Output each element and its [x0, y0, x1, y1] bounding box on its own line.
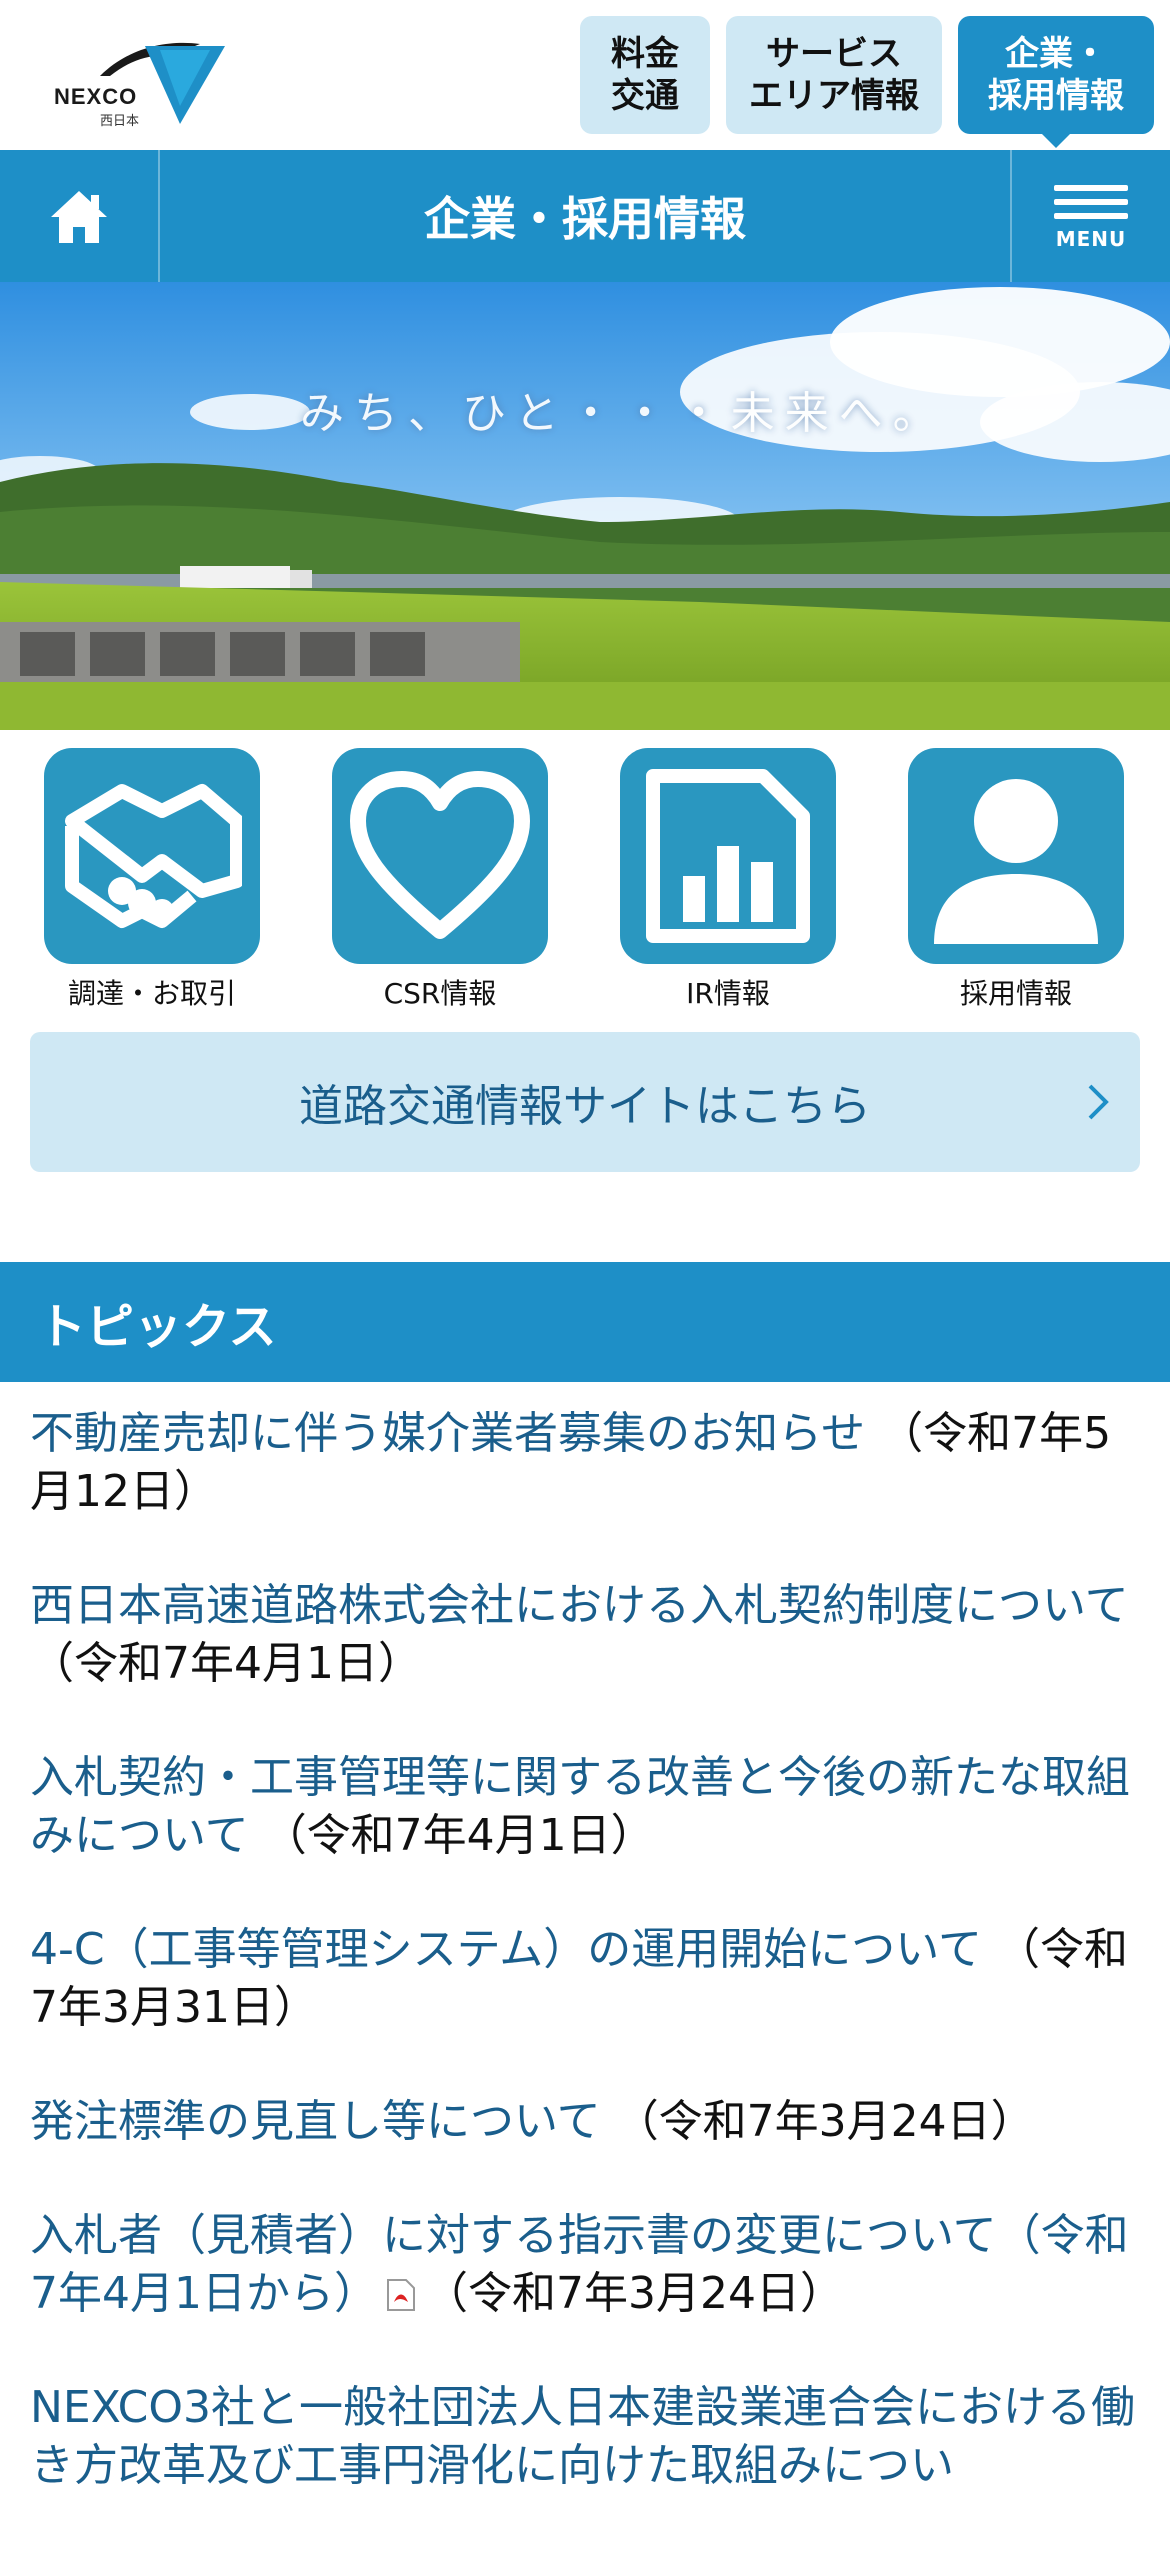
fare-traffic-button[interactable]: 料金 交通 — [580, 16, 710, 134]
chevron-right-icon — [1088, 1084, 1109, 1120]
person-icon — [908, 748, 1124, 964]
home-button[interactable] — [0, 150, 160, 282]
menu-bar — [1054, 199, 1128, 205]
quick-link-label: CSR情報 — [383, 977, 497, 1010]
topic-date: （令和7年3月24日） — [423, 2268, 844, 2319]
topic-item: 入札者（見積者）に対する指示書の変更について（令和7年4月1日から） （令和7年… — [30, 2207, 1140, 2323]
topics-list: 不動産売却に伴う媒介業者募集のお知らせ （令和7年5月12日） 西日本高速道路株… — [30, 1405, 1140, 2551]
hero-tagline: みち、ひと・・・未来へ。 — [300, 388, 947, 439]
quick-link-label: IR情報 — [686, 977, 770, 1010]
quick-link-recruit[interactable]: 採用情報 — [908, 748, 1124, 1012]
heart-icon — [332, 748, 548, 964]
corporate-recruit-line2: 採用情報 — [988, 76, 1124, 116]
logo-wordmark: NEXCO — [54, 84, 138, 109]
menu-label: MENU — [1055, 227, 1127, 251]
hero-image: みち、ひと・・・未来へ。 — [0, 282, 1170, 730]
topic-item: 4-C（工事等管理システム）の運用開始について （令和7年3月31日） — [30, 1921, 1140, 2037]
topic-item: 入札契約・工事管理等に関する改善と今後の新たな取組みについて （令和7年4月1日… — [30, 1749, 1140, 1865]
road-traffic-link[interactable]: 道路交通情報サイトはこちら — [30, 1032, 1140, 1172]
topic-date: （令和7年4月1日） — [30, 1638, 422, 1689]
topic-link[interactable]: 4-C（工事等管理システム）の運用開始について — [30, 1924, 982, 1975]
corporate-recruit-line1: 企業・ — [1005, 34, 1107, 74]
nexco-logo-mark-icon — [100, 42, 225, 124]
topic-item: 西日本高速道路株式会社における入札契約制度について （令和7年4月1日） — [30, 1577, 1140, 1693]
corporate-recruit-button[interactable]: 企業・ 採用情報 — [958, 16, 1154, 148]
logo-subtext: 西日本 — [100, 114, 140, 129]
quick-link-procurement[interactable]: 調達・お取引 — [44, 748, 260, 1012]
pdf-icon — [386, 2279, 415, 2311]
topic-link[interactable]: 西日本高速道路株式会社における入札契約制度について — [30, 1580, 1129, 1631]
topic-date: （令和7年4月1日） — [262, 1810, 655, 1861]
page-title: 企業・採用情報 — [424, 192, 746, 246]
quick-links: 調達・お取引 CSR情報 IR情報 採用情報 — [0, 748, 1170, 1018]
highway-landscape-image — [0, 282, 1170, 730]
topics-heading: トピックス — [0, 1262, 1170, 1382]
menu-button[interactable]: MENU — [1010, 150, 1170, 282]
topic-link[interactable]: 不動産売却に伴う媒介業者募集のお知らせ — [30, 1408, 865, 1459]
chart-document-icon — [620, 748, 836, 964]
quick-link-label: 採用情報 — [959, 977, 1072, 1010]
topic-item: NEXCO3社と一般社団法人日本建設業連合会における働き方改革及び工事円滑化に向… — [30, 2379, 1140, 2495]
road-traffic-label: 道路交通情報サイトはこちら — [299, 1081, 871, 1132]
nexco-logo[interactable]: NEXCO 西日本 — [50, 36, 230, 129]
section-navbar: 企業・採用情報 MENU — [0, 150, 1170, 282]
home-icon — [51, 191, 107, 243]
site-header: NEXCO 西日本 料金 交通 サービス エリア情報 企業・ 採用情報 — [0, 0, 1170, 150]
menu-bar — [1054, 213, 1128, 219]
service-area-line1: サービス — [766, 34, 902, 74]
fare-traffic-line1: 料金 — [611, 34, 679, 74]
topic-link[interactable]: 発注標準の見直し等について — [30, 2096, 601, 2147]
topic-item: 不動産売却に伴う媒介業者募集のお知らせ （令和7年5月12日） — [30, 1405, 1140, 1521]
quick-link-csr[interactable]: CSR情報 — [332, 748, 548, 1012]
fare-traffic-line2: 交通 — [611, 76, 679, 116]
quick-link-label: 調達・お取引 — [67, 977, 236, 1010]
topic-date: （令和7年3月24日） — [614, 2096, 1035, 2147]
topic-link[interactable]: NEXCO3社と一般社団法人日本建設業連合会における働き方改革及び工事円滑化に向… — [30, 2382, 1135, 2491]
menu-bar — [1054, 185, 1128, 191]
topic-item: 発注標準の見直し等について （令和7年3月24日） — [30, 2093, 1140, 2151]
service-area-line2: エリア情報 — [749, 76, 919, 116]
handshake-icon — [44, 748, 260, 964]
service-area-button[interactable]: サービス エリア情報 — [726, 16, 942, 134]
quick-link-ir[interactable]: IR情報 — [620, 748, 836, 1012]
